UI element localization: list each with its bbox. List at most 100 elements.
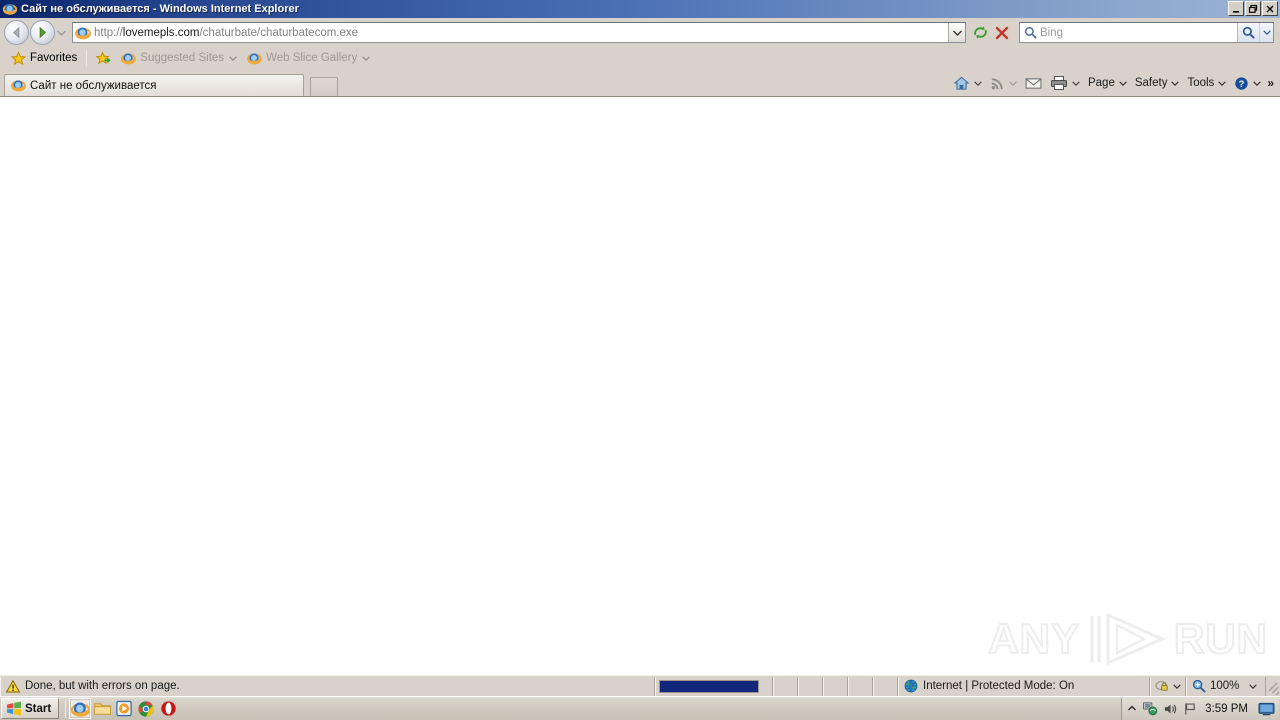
overflow-label: » (1267, 76, 1274, 90)
show-hidden-icons-button[interactable] (1127, 704, 1137, 714)
status-cell-4 (848, 676, 873, 696)
home-button[interactable] (949, 73, 986, 94)
progress-bar (659, 679, 759, 693)
tools-menu-button[interactable]: Tools (1183, 73, 1230, 94)
zoom-level-label: 100% (1210, 680, 1240, 692)
chevron-down-icon (229, 55, 237, 61)
star-add-icon (96, 50, 112, 66)
taskbar-item-internet-explorer[interactable] (69, 698, 92, 719)
favorites-label: Favorites (30, 52, 78, 64)
address-toolbar: http://lovemepls.com/chaturbate/chaturba… (0, 18, 1280, 47)
chevron-down-icon (1009, 80, 1017, 86)
page-menu-button[interactable]: Page (1084, 73, 1131, 94)
ie-icon (3, 2, 17, 16)
search-go-button[interactable] (1237, 23, 1259, 42)
status-cell-1 (773, 676, 798, 696)
chevron-down-icon[interactable] (1249, 683, 1258, 689)
tab-label: Сайт не обслуживается (30, 79, 157, 92)
web-slice-gallery-button[interactable]: Web Slice Gallery (242, 48, 375, 68)
minimize-button[interactable] (1228, 1, 1244, 16)
url-scheme: http:// (94, 26, 123, 39)
restore-button[interactable] (1245, 1, 1261, 16)
favorites-button[interactable]: Favorites (6, 48, 82, 68)
system-clock[interactable]: 3:59 PM (1205, 703, 1248, 715)
anyrun-watermark: ANY RUN (987, 611, 1268, 667)
watermark-text-run: RUN (1173, 614, 1268, 663)
svg-text:?: ? (1239, 78, 1245, 88)
chevron-down-icon (1171, 80, 1180, 86)
address-text[interactable]: http://lovemepls.com/chaturbate/chaturba… (94, 27, 948, 39)
internet-explorer-window: Сайт не обслуживается - Windows Internet… (0, 0, 1280, 720)
search-provider-dropdown[interactable] (1259, 23, 1273, 42)
start-button[interactable]: Start (1, 698, 60, 719)
taskbar-item-google-chrome[interactable] (135, 698, 157, 719)
safety-menu-label: Safety (1134, 77, 1168, 89)
url-path: /chaturbate/chaturbatecom.exe (199, 26, 359, 39)
home-icon (953, 75, 970, 92)
windows-flag-icon (6, 701, 22, 716)
start-label: Start (25, 702, 52, 715)
print-button[interactable] (1046, 73, 1084, 94)
status-cell-3 (823, 676, 848, 696)
chevron-down-icon[interactable] (1173, 683, 1181, 689)
quick-launch-separator (65, 699, 67, 718)
close-button[interactable] (1262, 1, 1278, 16)
volume-icon[interactable] (1163, 702, 1178, 716)
favorites-separator (86, 50, 88, 66)
new-tab-button[interactable] (310, 77, 338, 96)
chevron-down-icon (1119, 80, 1127, 86)
command-bar-overflow-button[interactable]: » (1265, 73, 1276, 94)
search-icon (1020, 23, 1040, 42)
system-tray: 3:59 PM (1121, 697, 1279, 720)
ie-icon (11, 78, 26, 93)
command-bar: Page Safety Tools ? » (949, 72, 1276, 94)
play-triangle-logo (1084, 611, 1170, 667)
progress-cell (655, 676, 773, 696)
chevron-down-icon (974, 80, 982, 86)
address-bar[interactable]: http://lovemepls.com/chaturbate/chaturba… (72, 22, 966, 43)
search-input[interactable]: Bing (1040, 27, 1237, 39)
back-button[interactable] (4, 20, 29, 45)
chevron-down-icon (1218, 80, 1227, 86)
refresh-button[interactable] (969, 22, 991, 44)
address-dropdown-button[interactable] (948, 23, 965, 42)
chevron-down-icon (1072, 80, 1080, 86)
title-bar: Сайт не обслуживается - Windows Internet… (0, 0, 1280, 18)
ie-icon (121, 51, 137, 66)
chevron-down-icon (362, 55, 370, 61)
add-to-favorites-bar-button[interactable] (91, 48, 116, 68)
security-zone-cell[interactable]: Internet | Protected Mode: On (898, 676, 1150, 696)
window-controls (1228, 1, 1278, 16)
status-message-cell[interactable]: Done, but with errors on page. (0, 676, 655, 696)
ie-page-icon (75, 25, 91, 41)
privacy-report-cell[interactable] (1150, 676, 1186, 696)
action-center-flag-icon[interactable] (1183, 702, 1197, 716)
feeds-button[interactable] (986, 73, 1021, 94)
network-icon[interactable] (1142, 701, 1158, 716)
security-zone-label: Internet | Protected Mode: On (923, 680, 1075, 692)
safety-menu-button[interactable]: Safety (1131, 73, 1184, 94)
rss-icon (990, 76, 1005, 91)
url-host: lovemepls.com (122, 26, 200, 39)
taskbar-item-opera[interactable] (157, 698, 179, 719)
stop-button[interactable] (991, 22, 1013, 44)
taskbar-item-windows-media-player[interactable] (113, 698, 135, 719)
help-menu-button[interactable]: ? (1230, 73, 1265, 94)
mail-button[interactable] (1021, 73, 1046, 94)
tab-active[interactable]: Сайт не обслуживается (4, 74, 304, 96)
progress-fill (660, 680, 758, 692)
status-bar: Done, but with errors on page. Internet (0, 675, 1280, 696)
window-title: Сайт не обслуживается - Windows Internet… (21, 3, 299, 15)
recent-pages-dropdown[interactable] (55, 23, 68, 43)
warning-icon (6, 679, 20, 693)
taskbar-item-windows-explorer[interactable] (91, 698, 113, 719)
ie-icon (247, 51, 263, 66)
resize-grip[interactable] (1266, 677, 1280, 696)
status-cell-2 (798, 676, 823, 696)
show-desktop-button[interactable] (1256, 699, 1276, 719)
zoom-cell[interactable]: 100% (1186, 676, 1266, 696)
search-box[interactable]: Bing (1019, 22, 1274, 43)
forward-button[interactable] (30, 20, 55, 45)
suggested-sites-button[interactable]: Suggested Sites (116, 48, 242, 68)
watermark-text-any: ANY (987, 614, 1080, 663)
